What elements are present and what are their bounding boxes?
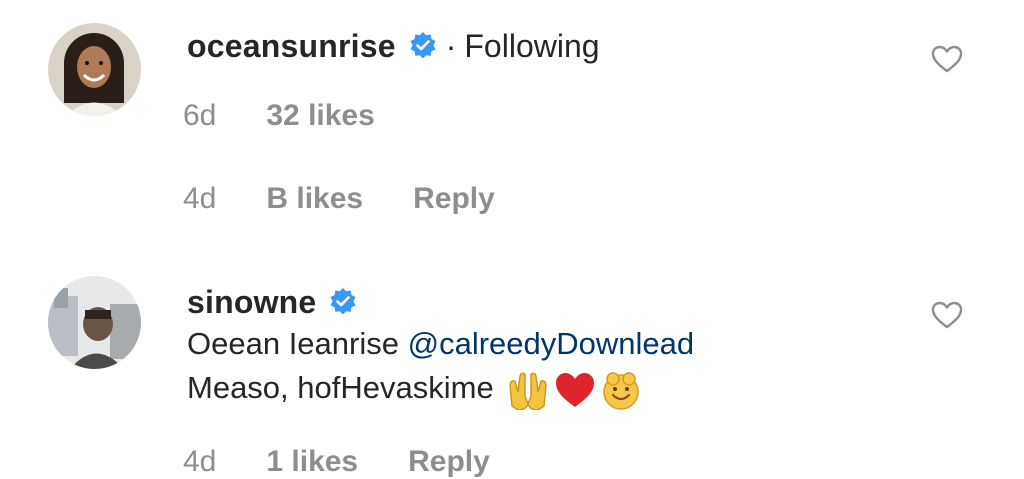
comments-list: oceansunrise · Following 6d 32 likes 4d … (0, 0, 1024, 479)
comment-meta: 4d 1 likes Reply (183, 442, 490, 479)
username[interactable]: sinowne (187, 284, 316, 321)
comment-likes[interactable]: B likes (266, 182, 363, 216)
comment-text-body: Measo, hofHevaskime (187, 370, 494, 405)
smiling-face-icon (603, 372, 640, 410)
verified-badge-icon (408, 31, 438, 61)
comment-time: 4d (183, 182, 217, 215)
comment-item: 4d B likes Reply (0, 160, 1024, 240)
username[interactable]: oceansunrise (187, 28, 396, 65)
comment-meta: 6d 32 likes (183, 96, 425, 136)
separator-dot: · (445, 27, 457, 64)
emoji-group (506, 369, 646, 411)
reply-button[interactable]: Reply (413, 182, 495, 216)
red-heart-icon (556, 372, 595, 407)
comment-header: sinowne (187, 280, 358, 324)
reply-button[interactable]: Reply (408, 445, 490, 479)
like-heart-icon[interactable] (930, 300, 964, 330)
comment-item: sinowne Oeean Ieanrise @calreedyDownlead… (0, 270, 1024, 479)
verified-badge-icon (328, 287, 358, 317)
comment-header: oceansunrise · Following (187, 24, 600, 68)
comment-time: 6d (183, 99, 217, 132)
mention-link[interactable]: @calreedyDownlead (408, 326, 695, 361)
comment-text-line-1: Oeean Ieanrise @calreedyDownlead (187, 322, 694, 366)
comment-text-line-2: Measo, hofHevaskime (187, 366, 646, 411)
following-status[interactable]: Following (464, 28, 599, 65)
comment-item: oceansunrise · Following 6d 32 likes (0, 0, 1024, 160)
like-heart-icon[interactable] (930, 44, 964, 74)
comment-likes[interactable]: 1 likes (266, 445, 358, 479)
comment-time: 4d (183, 445, 217, 478)
avatar-oceansunrise[interactable] (48, 23, 141, 116)
comment-text-name: Oeean Ieanrise (187, 326, 399, 361)
avatar-sinowne[interactable] (48, 276, 141, 369)
comment-likes[interactable]: 32 likes (266, 99, 374, 133)
comment-meta: 4d B likes Reply (183, 179, 495, 219)
hands-icon (509, 372, 548, 410)
